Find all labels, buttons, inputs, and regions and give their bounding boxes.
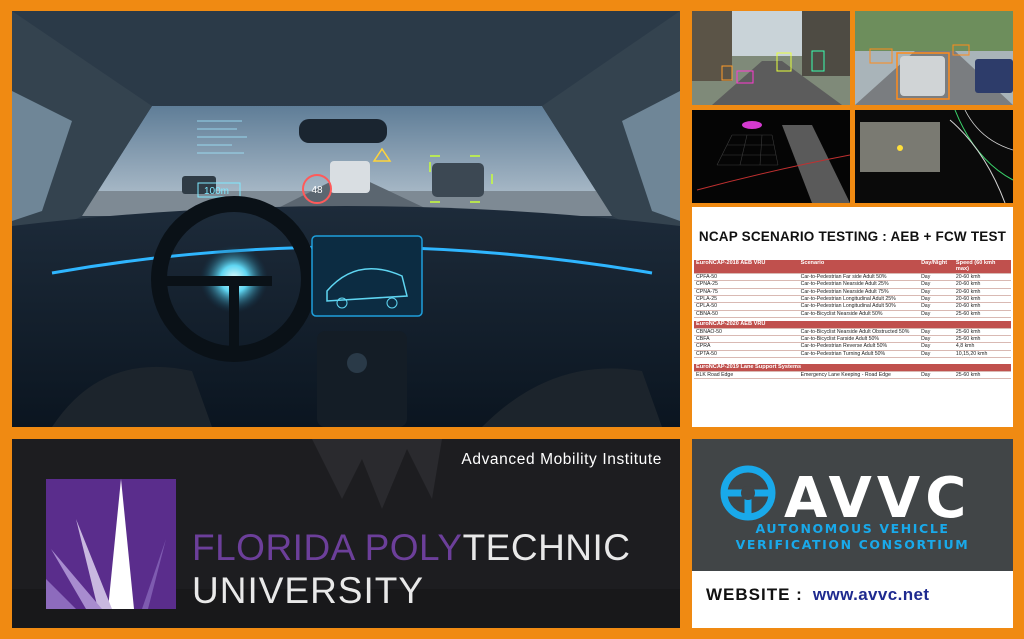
florida-poly-panel: Advanced Mobility Institute FLORIDA POLY…: [12, 439, 680, 628]
cell-speed: 20-60 kmh: [953, 302, 1011, 311]
table-row: CBFA Car-to-Bicyclist Farside Adult 50% Da…: [694, 335, 1011, 344]
cell-scenario: Car-to-Pedestrian Nearside Adult 25%: [798, 280, 920, 289]
cell-daynight: Day: [919, 371, 954, 380]
ncap-panel: NCAP SCENARIO TESTING : AEB + FCW TEST E…: [692, 207, 1013, 427]
cell-speed: 20-60 kmh: [953, 295, 1011, 304]
cell-daynight: Day: [919, 288, 954, 297]
cell-speed: 4,8 kmh: [953, 342, 1011, 351]
cell-code: CBNAO-50: [694, 328, 799, 337]
car-interior-image: 48 100m: [12, 11, 680, 427]
pointcloud-thumbnail: [855, 110, 1013, 203]
table-row: ELK Road Edge Emergency Lane Keeping - Ro…: [694, 371, 1011, 380]
hud-speed: 48: [311, 185, 323, 196]
table-header-row: EuroNCAP-2018 AEB VRU Scenario Day/Night…: [694, 260, 1011, 274]
ncap-title: NCAP SCENARIO TESTING : AEB + FCW TEST: [698, 229, 1007, 244]
cell-scenario: Car-to-Pedestrian Longitudinal Adult 25%: [798, 295, 920, 304]
cell-daynight: Day: [919, 295, 954, 304]
website-line: WEBSITE : www.avvc.net: [706, 585, 929, 605]
florida-poly-logo-icon: [46, 479, 176, 609]
cell-daynight: Day: [919, 310, 954, 319]
cell-scenario: Car-to-Bicyclist Nearside Adult 50%: [798, 310, 920, 319]
cell-code: CPNA-25: [694, 280, 799, 289]
lidar-grid-thumbnail: [692, 110, 850, 203]
cell-daynight: Day: [919, 342, 954, 351]
cell-daynight: Day: [919, 350, 954, 359]
cell-speed: 25-60 kmh: [953, 335, 1011, 344]
website-link[interactable]: www.avvc.net: [813, 585, 930, 604]
university-name-poly: FLORIDA POLY: [192, 527, 463, 568]
cell-daynight: Day: [919, 328, 954, 337]
cell-scenario: Car-to-Bicyclist Nearside Adult Obstruct…: [798, 328, 920, 337]
cell-scenario: Car-to-Pedestrian Nearside Adult 75%: [798, 288, 920, 297]
table-row: CPNA-25 Car-to-Pedestrian Nearside Adult …: [694, 280, 1011, 289]
table-row: CPTA-50 Car-to-Pedestrian Turning Adult 5…: [694, 350, 1011, 359]
cell-code: CPLA-50: [694, 302, 799, 311]
university-name-line1: FLORIDA POLYTECHNIC: [192, 527, 631, 569]
cell-speed: 10,15,20 kmh: [953, 350, 1011, 359]
hud-distance: 100m: [204, 186, 229, 197]
cell-scenario: Emergency Lane Keeping - Road Edge: [798, 371, 920, 380]
university-name-technic: TECHNIC: [462, 527, 631, 568]
avvc-logo-block: AVVC AUTONOMOUS VEHICLE VERIFICATION CON…: [692, 439, 1013, 571]
table-row: CBNAO-50 Car-to-Bicyclist Nearside Adult …: [694, 328, 1011, 337]
avvc-panel: AVVC AUTONOMOUS VEHICLE VERIFICATION CON…: [692, 439, 1013, 628]
cell-scenario: Car-to-Pedestrian Far side Adult 50%: [798, 273, 920, 282]
cell-speed: 20-60 kmh: [953, 288, 1011, 297]
cell-code: CPRA: [694, 342, 799, 351]
cell-speed: 25-60 kmh: [953, 328, 1011, 337]
col-header-speed: Speed (60 kmh max): [953, 260, 1011, 274]
section-title: EuroNCAP-2020 AEB VRU: [694, 321, 1011, 329]
section-title: EuroNCAP-2019 Lane Support Systems: [694, 364, 1011, 372]
table-row: CPRA Car-to-Pedestrian Reverse Adult 50% D…: [694, 342, 1011, 351]
street-detection-thumbnail: [692, 11, 850, 105]
table-row: CPLA-50 Car-to-Pedestrian Longitudinal Ad…: [694, 302, 1011, 311]
table-row: CPLA-25 Car-to-Pedestrian Longitudinal Ad…: [694, 295, 1011, 304]
steering-wheel-icon: [720, 465, 776, 521]
ncap-table: EuroNCAP-2018 AEB VRU Scenario Day/Night…: [694, 260, 1011, 380]
cell-scenario: Car-to-Bicyclist Farside Adult 50%: [798, 335, 920, 344]
cell-daynight: Day: [919, 280, 954, 289]
cell-code: CPNA-75: [694, 288, 799, 297]
avvc-subtitle-line1: AUTONOMOUS VEHICLE: [755, 521, 950, 536]
table-row: CPNA-75 Car-to-Pedestrian Nearside Adult …: [694, 288, 1011, 297]
col-header-daynight: Day/Night: [919, 260, 954, 274]
cell-code: CBNA-50: [694, 310, 799, 319]
cell-code: CPFA-50: [694, 273, 799, 282]
cell-scenario: Car-to-Pedestrian Reverse Adult 50%: [798, 342, 920, 351]
vehicle-detection-thumbnail: [855, 11, 1013, 105]
section-header-2020: EuroNCAP-2020 AEB VRU: [694, 321, 1011, 329]
cell-scenario: Car-to-Pedestrian Turning Adult 50%: [798, 350, 920, 359]
col-header-scenario: Scenario: [798, 260, 920, 274]
cell-speed: 20-60 kmh: [953, 280, 1011, 289]
table-row: CPFA-50 Car-to-Pedestrian Far side Adult …: [694, 273, 1011, 282]
cell-speed: 25-60 kmh: [953, 310, 1011, 319]
section-header-2019: EuroNCAP-2019 Lane Support Systems: [694, 364, 1011, 372]
cell-daynight: Day: [919, 335, 954, 344]
cell-code: ELK Road Edge: [694, 371, 799, 380]
avvc-subtitle-line2: VERIFICATION CONSORTIUM: [735, 537, 970, 552]
cell-code: CBFA: [694, 335, 799, 344]
cell-speed: 25-60 kmh: [953, 371, 1011, 380]
cell-code: CPLA-25: [694, 295, 799, 304]
university-name-line2: UNIVERSITY: [192, 570, 425, 611]
col-header-vru: EuroNCAP-2018 AEB VRU: [694, 260, 799, 274]
website-label: WEBSITE :: [706, 585, 803, 604]
cell-daynight: Day: [919, 273, 954, 282]
cell-speed: 20-60 kmh: [953, 273, 1011, 282]
cell-scenario: Car-to-Pedestrian Longitudinal Adult 50%: [798, 302, 920, 311]
institute-name: Advanced Mobility Institute: [461, 451, 662, 468]
table-row: CBNA-50 Car-to-Bicyclist Nearside Adult 5…: [694, 310, 1011, 319]
cell-daynight: Day: [919, 302, 954, 311]
cell-code: CPTA-50: [694, 350, 799, 359]
